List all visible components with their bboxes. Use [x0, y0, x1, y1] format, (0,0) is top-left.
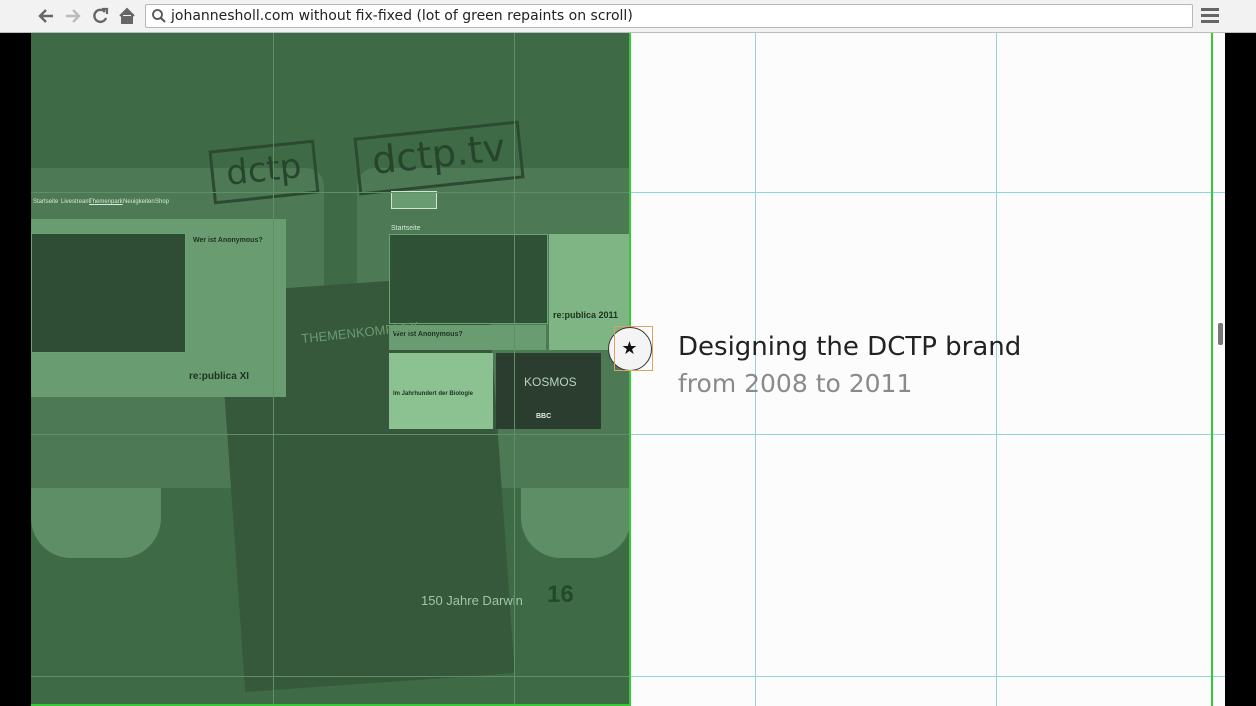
screen-left: Wer ist Anonymous? re:publica XI — [31, 219, 286, 397]
page-content[interactable]: 150 Jahre Darwin dctp dctp.tv Wer ist An… — [31, 33, 1225, 706]
back-arrow-icon[interactable] — [35, 4, 57, 28]
video-thumbnail — [31, 233, 186, 353]
grid-line — [31, 434, 630, 435]
search-icon — [152, 9, 166, 23]
home-icon[interactable] — [116, 4, 138, 28]
url-text: johannesholl.com without fix-fixed (lot … — [171, 8, 633, 24]
grid-line — [273, 33, 274, 706]
scrollbar-thumb[interactable] — [1218, 323, 1223, 345]
repaint-border — [1211, 33, 1213, 706]
grid-line — [31, 192, 630, 193]
video-thumbnail-right — [389, 234, 548, 324]
dctp-logo-left: dctp — [208, 139, 320, 205]
grid-line — [630, 676, 1225, 677]
kosmos-card: KOSMOS BBC — [496, 353, 601, 429]
address-bar[interactable]: johannesholl.com without fix-fixed (lot … — [145, 4, 1193, 28]
biology-card: Im Jahrhundert der Biologie — [389, 353, 493, 429]
nav-bar-left: Startseite Livestream Themenpark Neuigke… — [33, 199, 170, 205]
dctp-tv-small-logo — [391, 191, 437, 209]
republica-xi: re:publica XI — [189, 371, 250, 382]
darwin-text: 150 Jahre Darwin — [421, 593, 523, 608]
startseite-label: Startseite — [391, 225, 421, 232]
grid-line — [630, 192, 1225, 193]
grid-line — [514, 33, 515, 706]
anonymous-question: Wer ist Anonymous? — [193, 237, 263, 244]
repaint-highlight — [614, 326, 653, 371]
forward-arrow-icon[interactable] — [62, 4, 84, 28]
page-subtitle: from 2008 to 2011 — [678, 369, 913, 398]
browser-toolbar: johannesholl.com without fix-fixed (lot … — [0, 0, 1256, 33]
grid-line — [630, 434, 1225, 435]
monitor-stand-left — [31, 488, 161, 558]
page-title: Designing the DCTP brand — [678, 332, 1022, 362]
sixteen-badge: 16 — [547, 581, 574, 608]
menu-icon[interactable] — [1201, 8, 1219, 24]
hero-artwork-panel: 150 Jahre Darwin dctp dctp.tv Wer ist An… — [31, 33, 630, 706]
monitor-stand-right — [521, 488, 630, 558]
reload-icon[interactable] — [89, 4, 111, 28]
grid-line — [996, 33, 997, 706]
viewport: 150 Jahre Darwin dctp dctp.tv Wer ist An… — [0, 33, 1256, 706]
grid-line — [31, 676, 630, 677]
